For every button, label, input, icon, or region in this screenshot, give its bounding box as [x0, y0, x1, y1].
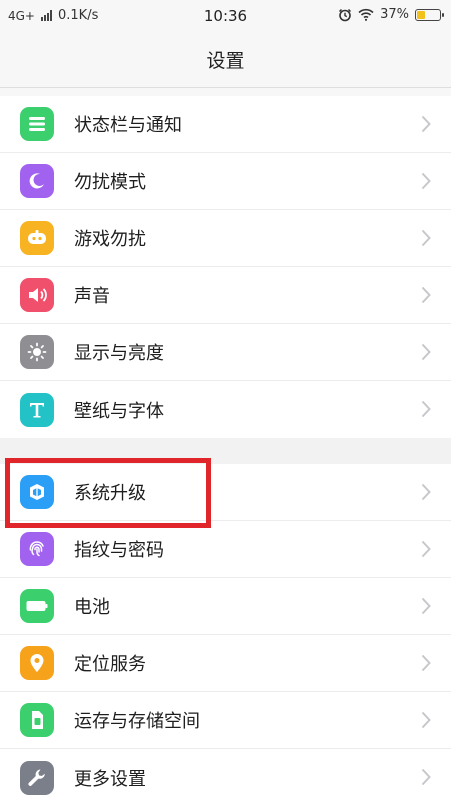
- location-icon: [20, 646, 54, 680]
- chevron-right-icon: [421, 286, 431, 304]
- item-label: 壁纸与字体: [74, 400, 164, 422]
- battery-percent: 37%: [380, 7, 409, 22]
- settings-item-display-brightness[interactable]: 显示与亮度: [0, 324, 451, 381]
- settings-item-wallpaper-font[interactable]: 壁纸与字体: [0, 381, 451, 438]
- status-bar: 4G+ 0.1K/s 10:36 37%: [0, 0, 451, 32]
- settings-item-memory-storage[interactable]: 运存与存储空间: [0, 692, 451, 749]
- item-label: 更多设置: [74, 768, 146, 790]
- settings-item-fingerprint-password[interactable]: 指纹与密码: [0, 521, 451, 578]
- chevron-right-icon: [421, 229, 431, 247]
- item-label: 游戏勿扰: [74, 229, 146, 250]
- item-label: 电池: [74, 597, 110, 618]
- title-bar: 设置: [0, 32, 451, 88]
- gamepad-icon: [20, 221, 54, 255]
- brightness-icon: [20, 335, 54, 369]
- chevron-right-icon: [421, 768, 431, 786]
- item-label: 定位服务: [74, 654, 146, 675]
- item-label: 运存与存储空间: [74, 711, 200, 732]
- settings-item-game-dnd[interactable]: 游戏勿扰: [0, 210, 451, 267]
- settings-item-location[interactable]: 定位服务: [0, 635, 451, 692]
- storage-icon: [20, 703, 54, 737]
- status-right: 37%: [338, 7, 444, 22]
- chevron-right-icon: [421, 172, 431, 190]
- chevron-right-icon: [421, 483, 431, 501]
- chevron-right-icon: [421, 540, 431, 558]
- item-label: 显示与亮度: [74, 343, 164, 364]
- battery-icon: [20, 589, 54, 623]
- item-label: 声音: [74, 286, 110, 307]
- speaker-icon: [20, 278, 54, 312]
- moon-icon: [20, 164, 54, 198]
- fingerprint-icon: [20, 532, 54, 566]
- item-label: 指纹与密码: [74, 540, 164, 561]
- settings-item-statusbar-notifications[interactable]: 状态栏与通知: [0, 96, 451, 153]
- settings-group-1: 状态栏与通知 勿扰模式 游戏勿扰 声音 显示与亮度 壁纸与字体: [0, 96, 451, 438]
- settings-item-do-not-disturb[interactable]: 勿扰模式: [0, 153, 451, 210]
- settings-item-more-settings[interactable]: 更多设置: [0, 749, 451, 800]
- font-icon: [20, 392, 54, 427]
- statusbar-icon: [20, 107, 54, 141]
- alarm-icon: [339, 8, 352, 21]
- wifi-icon: [358, 8, 374, 21]
- chevron-right-icon: [421, 400, 431, 418]
- chevron-right-icon: [421, 711, 431, 729]
- item-label: 勿扰模式: [74, 172, 146, 193]
- highlight-box: [5, 458, 211, 528]
- chevron-right-icon: [421, 115, 431, 133]
- battery-status-icon: [415, 8, 444, 21]
- item-label: 状态栏与通知: [74, 115, 182, 136]
- chevron-right-icon: [421, 343, 431, 361]
- page-title: 设置: [206, 50, 245, 72]
- chevron-right-icon: [421, 654, 431, 672]
- wrench-icon: [20, 760, 54, 795]
- chevron-right-icon: [421, 597, 431, 615]
- settings-item-battery[interactable]: 电池: [0, 578, 451, 635]
- settings-item-sound[interactable]: 声音: [0, 267, 451, 324]
